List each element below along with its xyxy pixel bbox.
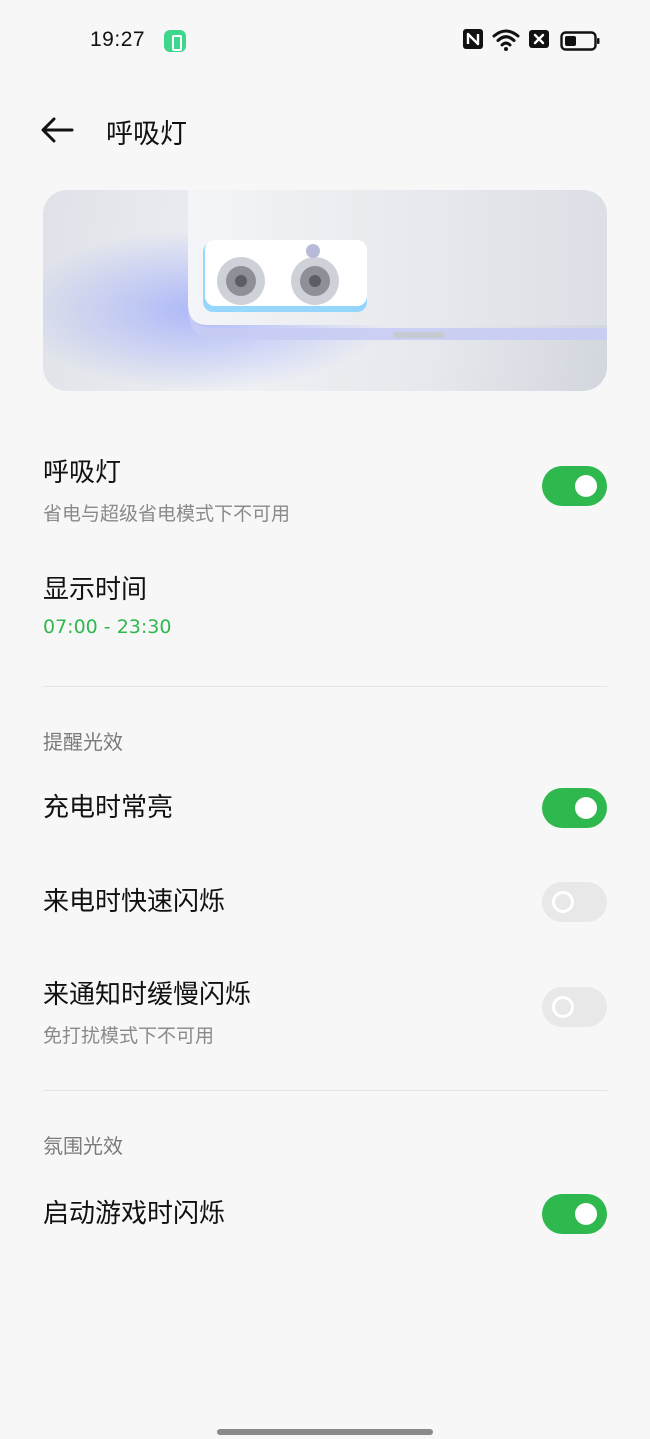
phone-camera-illustration <box>43 190 607 390</box>
toggle-knob <box>552 996 574 1018</box>
breathing-light-subtitle: 省电与超级省电模式下不可用 <box>43 503 291 525</box>
page-title: 呼吸灯 <box>106 119 187 150</box>
divider <box>43 686 607 687</box>
status-time: 19:27 <box>90 28 146 51</box>
home-indicator[interactable] <box>217 1429 433 1435</box>
section-header-reminder: 提醒光效 <box>43 730 123 754</box>
game-launch-title: 启动游戏时闪烁 <box>43 1199 226 1229</box>
charging-toggle[interactable] <box>542 788 607 828</box>
charging-title: 充电时常亮 <box>43 793 174 823</box>
game-launch-row[interactable]: 启动游戏时闪烁 <box>43 1194 607 1238</box>
divider <box>43 1090 607 1091</box>
battery-icon <box>560 31 600 51</box>
incoming-call-title: 来电时快速闪烁 <box>43 887 226 917</box>
notification-subtitle: 免打扰模式下不可用 <box>43 1025 215 1047</box>
breathing-light-title: 呼吸灯 <box>43 458 122 488</box>
incoming-call-row[interactable]: 来电时快速闪烁 <box>43 882 607 926</box>
app-notification-icon <box>164 30 186 52</box>
section-header-ambient: 氛围光效 <box>43 1134 123 1158</box>
back-button[interactable] <box>36 108 80 152</box>
game-launch-toggle[interactable] <box>542 1194 607 1234</box>
wifi-icon <box>492 29 520 51</box>
breathing-light-toggle[interactable] <box>542 466 607 506</box>
notification-row[interactable]: 来通知时缓慢闪烁 免打扰模式下不可用 <box>43 974 607 1050</box>
display-time-value: 07:00 - 23:30 <box>43 616 172 638</box>
back-arrow-icon <box>41 117 74 143</box>
display-time-row[interactable]: 显示时间 07:00 - 23:30 <box>43 569 607 645</box>
nfc-icon <box>463 29 483 49</box>
incoming-call-toggle[interactable] <box>542 882 607 922</box>
breathing-light-row[interactable]: 呼吸灯 省电与超级省电模式下不可用 <box>43 452 607 528</box>
notification-toggle[interactable] <box>542 987 607 1027</box>
display-time-title: 显示时间 <box>43 575 148 605</box>
toggle-knob <box>552 891 574 913</box>
notification-title: 来通知时缓慢闪烁 <box>43 980 252 1010</box>
toggle-knob <box>575 475 597 497</box>
toggle-knob <box>575 1203 597 1225</box>
toggle-knob <box>575 797 597 819</box>
sim-disabled-icon <box>529 30 549 48</box>
breathing-light-illustration <box>43 190 607 391</box>
status-bar: 19:27 <box>0 0 650 84</box>
charging-row[interactable]: 充电时常亮 <box>43 788 607 832</box>
app-bar: 呼吸灯 <box>0 100 650 160</box>
